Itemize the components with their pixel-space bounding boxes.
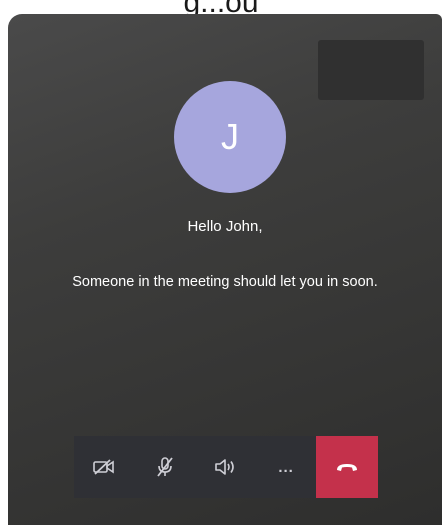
greeting-text: Hello John, bbox=[187, 218, 263, 235]
screen-reflection bbox=[318, 40, 424, 100]
speaker-icon bbox=[215, 459, 235, 475]
call-controls-toolbar: ... bbox=[74, 436, 378, 498]
hang-up-icon bbox=[337, 464, 358, 471]
camera-off-button[interactable] bbox=[74, 436, 135, 498]
phone-screen: J Hello John, Someone in the meeting sho… bbox=[8, 14, 442, 525]
speaker-button[interactable] bbox=[195, 436, 256, 498]
mic-off-icon bbox=[157, 457, 173, 477]
avatar-initial: J bbox=[221, 116, 239, 157]
avatar: J bbox=[174, 81, 286, 193]
more-icon: ... bbox=[278, 458, 294, 476]
lobby-status-text: Someone in the meeting should let you in… bbox=[72, 274, 378, 290]
more-options-button[interactable]: ... bbox=[256, 436, 317, 498]
hang-up-button[interactable] bbox=[316, 436, 378, 498]
video-off-icon bbox=[93, 459, 115, 475]
mic-off-button[interactable] bbox=[135, 436, 196, 498]
